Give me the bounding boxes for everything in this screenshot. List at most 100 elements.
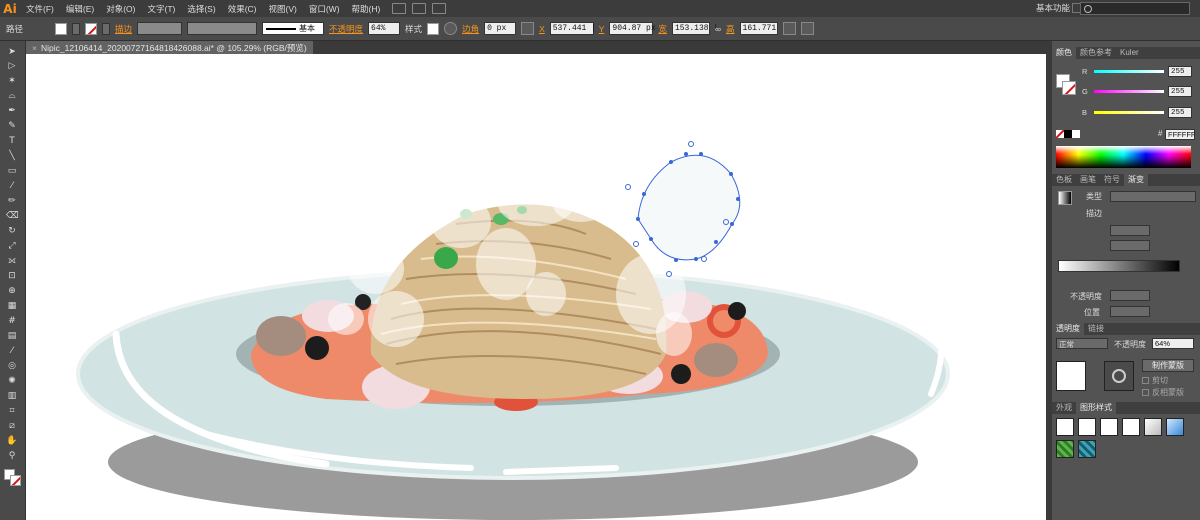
rotate-tool-icon[interactable]: ↻ xyxy=(6,226,18,236)
graphic-style-none-stroke[interactable] xyxy=(1078,418,1096,436)
artboard-canvas[interactable] xyxy=(26,54,1046,520)
search-input[interactable] xyxy=(1080,2,1190,15)
stroke-dropdown[interactable] xyxy=(102,22,111,35)
invert-mask-checkbox[interactable]: 反相蒙版 xyxy=(1142,387,1184,398)
tab-color-guide[interactable]: 颜色参考 xyxy=(1076,47,1116,59)
workspace-switcher[interactable]: 基本功能 xyxy=(1036,2,1070,14)
hand-tool-icon[interactable]: ✋ xyxy=(6,436,18,446)
white-swatch[interactable] xyxy=(1072,130,1080,138)
line-tool-icon[interactable]: ╲ xyxy=(6,151,18,161)
lasso-icon[interactable]: ⌓ xyxy=(6,91,18,101)
blue-slider[interactable]: B 255 xyxy=(1082,107,1194,118)
curvature-tool-icon[interactable]: ✎ xyxy=(6,121,18,131)
green-track[interactable] xyxy=(1094,90,1164,93)
recolor-icon[interactable] xyxy=(444,22,458,35)
corner-label[interactable]: 边角 xyxy=(462,23,479,35)
artboard-tool-icon[interactable]: ⌗ xyxy=(6,406,18,416)
brush-definition[interactable]: 基本 xyxy=(262,22,325,35)
type-tool-icon[interactable]: T xyxy=(6,136,18,146)
tab-symbols[interactable]: 符号 xyxy=(1100,174,1124,186)
stroke-weight-field[interactable] xyxy=(137,22,183,35)
slice-tool-icon[interactable]: ⧄ xyxy=(6,421,18,431)
gradient-tool-icon[interactable]: ▤ xyxy=(6,331,18,341)
red-value[interactable]: 255 xyxy=(1168,66,1192,77)
free-transform-icon[interactable]: ⊡ xyxy=(6,271,18,281)
red-track[interactable] xyxy=(1094,70,1164,73)
tab-transparency[interactable]: 透明度 xyxy=(1052,323,1084,335)
green-value[interactable]: 255 xyxy=(1168,86,1192,97)
paintbrush-icon[interactable]: ⁄ xyxy=(6,181,18,191)
gradient-slider[interactable] xyxy=(1058,260,1180,272)
graphic-style-green-texture[interactable] xyxy=(1056,440,1074,458)
gradient-position-field[interactable] xyxy=(1110,306,1150,317)
tab-appearance[interactable]: 外观 xyxy=(1052,402,1076,414)
fill-dropdown[interactable] xyxy=(72,22,81,35)
width-tool-icon[interactable]: ⟗ xyxy=(6,256,18,266)
make-mask-button[interactable]: 制作蒙版 xyxy=(1142,359,1194,372)
perspective-grid-icon[interactable]: ▦ xyxy=(6,301,18,311)
opacity-field[interactable]: 64% xyxy=(368,22,401,35)
panel-menu-icon[interactable] xyxy=(800,22,814,35)
corner-field[interactable]: 0 px xyxy=(484,22,517,35)
pencil-icon[interactable]: ✏ xyxy=(6,196,18,206)
arrange-documents-icon[interactable] xyxy=(412,3,427,14)
transparency-opacity-field[interactable]: 64% xyxy=(1152,338,1194,349)
shape-builder-icon[interactable]: ⊕ xyxy=(6,286,18,296)
tab-graphic-styles[interactable]: 图形样式 xyxy=(1076,402,1116,414)
menu-file[interactable]: 文件(F) xyxy=(20,3,60,15)
rectangle-tool-icon[interactable]: ▭ xyxy=(6,166,18,176)
graphic-style-white[interactable] xyxy=(1100,418,1118,436)
gradient-aspect-field[interactable] xyxy=(1110,240,1150,251)
gradient-angle-field[interactable] xyxy=(1110,225,1150,236)
graphic-style-blue[interactable] xyxy=(1166,418,1184,436)
align-icon[interactable] xyxy=(521,22,535,35)
fill-swatch[interactable] xyxy=(55,22,68,35)
blue-track[interactable] xyxy=(1094,111,1164,114)
gpu-icon[interactable] xyxy=(432,3,447,14)
tab-brushes[interactable]: 画笔 xyxy=(1076,174,1100,186)
y-label[interactable]: Y xyxy=(599,24,605,34)
stroke-label[interactable]: 描边 xyxy=(115,23,132,35)
pen-tool-icon[interactable]: ✒ xyxy=(6,106,18,116)
graphic-style-gradient[interactable] xyxy=(1144,418,1162,436)
selection-tool-icon[interactable]: ➤ xyxy=(6,47,18,57)
scale-tool-icon[interactable]: ⤢ xyxy=(6,241,18,251)
graphic-style-swatch[interactable] xyxy=(427,22,440,35)
x-label[interactable]: X xyxy=(539,24,545,34)
menu-type[interactable]: 文字(T) xyxy=(141,3,181,15)
blend-tool-icon[interactable]: ◎ xyxy=(6,361,18,371)
menu-effect[interactable]: 效果(C) xyxy=(222,3,263,15)
green-slider[interactable]: G 255 xyxy=(1082,86,1194,97)
eyedropper-icon[interactable]: ⁄ xyxy=(6,346,18,356)
height-label[interactable]: 高 xyxy=(726,23,735,35)
menu-object[interactable]: 对象(O) xyxy=(100,3,141,15)
graphic-style-default[interactable] xyxy=(1056,418,1074,436)
blend-mode-select[interactable]: 正常 xyxy=(1056,338,1108,349)
opacity-label[interactable]: 不透明度 xyxy=(329,23,363,35)
variable-width-field[interactable] xyxy=(187,22,258,35)
hex-field[interactable]: FFFFFF xyxy=(1165,129,1196,140)
height-field[interactable]: 161.771 | xyxy=(739,22,786,35)
stroke-swatch[interactable] xyxy=(85,22,98,35)
tab-color[interactable]: 颜色 xyxy=(1052,47,1076,59)
menu-window[interactable]: 窗口(W) xyxy=(303,3,346,15)
clip-checkbox[interactable]: 剪切 xyxy=(1142,375,1168,386)
graphic-style-outline[interactable] xyxy=(1122,418,1140,436)
object-thumbnail[interactable] xyxy=(1056,361,1086,391)
width-label[interactable]: 宽 xyxy=(658,23,667,35)
tab-kuler[interactable]: Kuler xyxy=(1116,47,1143,59)
magic-wand-icon[interactable]: ✶ xyxy=(6,76,18,86)
blue-value[interactable]: 255 xyxy=(1168,107,1192,118)
link-icon[interactable]: ∞ xyxy=(715,24,721,34)
y-field[interactable]: 904.87 px xyxy=(609,22,656,35)
tab-swatches[interactable]: 色板 xyxy=(1052,174,1076,186)
mask-thumbnail[interactable] xyxy=(1104,361,1134,391)
menu-select[interactable]: 选择(S) xyxy=(181,3,221,15)
tab-links[interactable]: 链接 xyxy=(1084,323,1108,335)
graphic-style-teal-texture[interactable] xyxy=(1078,440,1096,458)
menu-edit[interactable]: 编辑(E) xyxy=(60,3,100,15)
bridge-icon[interactable] xyxy=(392,3,407,14)
stroke-color-icon[interactable] xyxy=(10,475,21,486)
gradient-preview[interactable] xyxy=(1058,191,1072,205)
document-tab[interactable]: × Nipic_12106414_20200727164818426088.ai*… xyxy=(26,41,313,54)
